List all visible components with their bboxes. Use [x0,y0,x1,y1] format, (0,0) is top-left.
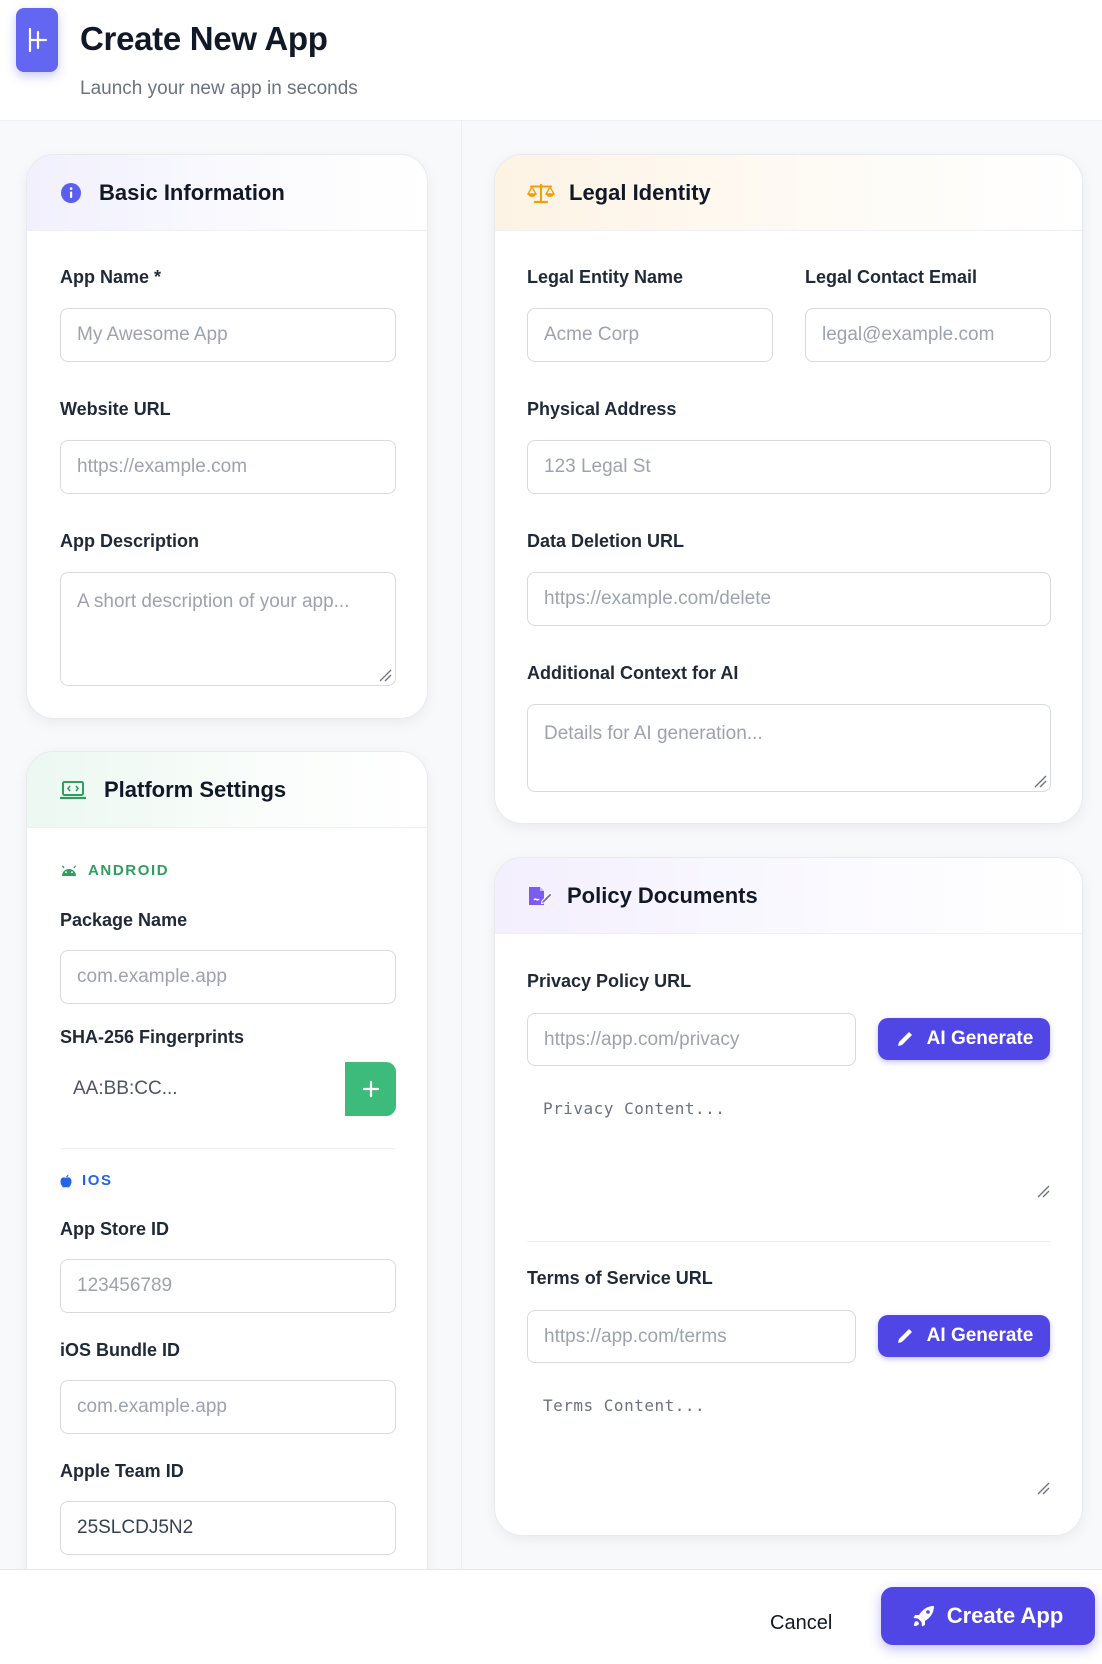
card-title: Legal Identity [569,179,711,205]
document-edit-icon [527,885,553,907]
apple-icon [60,1174,72,1187]
terms-of-service-url-input[interactable]: https://app.com/terms [527,1310,856,1363]
section-divider [527,1241,1051,1242]
scale-balance-icon [527,182,555,204]
app-name-label: App Name * [60,267,162,287]
website-url-label: Website URL [60,399,171,419]
ai-context-label: Additional Context for AI [527,663,739,683]
pencil-icon [897,1032,912,1046]
package-name-label: Package Name [60,910,188,930]
create-app-button[interactable]: Create App [881,1587,1095,1645]
terms-ai-generate-button[interactable]: AI Generate [878,1315,1050,1357]
legal-entity-name-input[interactable]: Acme Corp [527,308,773,362]
app-store-id-input[interactable]: 123456789 [60,1259,396,1313]
ai-generate-label: AI Generate [926,1028,1034,1049]
card-header: Legal Identity [495,155,1082,231]
card-title: Policy Documents [567,882,758,908]
resize-handle-icon[interactable] [1033,774,1047,788]
app-description-placeholder: A short description of your app... [77,591,350,612]
app-store-id-label: App Store ID [60,1219,170,1239]
android-section-tag: ANDROID [60,862,169,879]
basic-information-card: Basic Information App Name * My Awesome … [26,154,428,719]
pencil-icon [897,1329,912,1343]
ios-bundle-id-label: iOS Bundle ID [60,1340,181,1360]
platform-settings-card: Platform Settings ANDROID Package Name c… [26,751,428,1611]
create-app-label: Create App [946,1603,1064,1628]
terms-content-textarea[interactable]: Terms Content... [543,1396,705,1415]
privacy-ai-generate-button[interactable]: AI Generate [878,1018,1050,1060]
data-deletion-url-input[interactable]: https://example.com/delete [527,572,1051,626]
apple-team-id-input[interactable]: 25SLCDJ5N2 [60,1501,396,1555]
android-tag-label: ANDROID [88,862,170,879]
ios-tag-label: IOS [82,1172,113,1189]
page-subtitle: Launch your new app in seconds [80,78,358,99]
sha-fingerprint-input[interactable]: AA:BB:CC... [73,1078,178,1100]
legal-contact-email-input[interactable]: legal@example.com [805,308,1051,362]
package-name-input[interactable]: com.example.app [60,950,396,1004]
ai-context-textarea[interactable]: Details for AI generation... [527,704,1051,792]
privacy-policy-url-label: Privacy Policy URL [527,971,692,991]
plus-icon [362,1080,379,1098]
laptop-code-icon [60,780,86,800]
card-title: Platform Settings [104,776,287,802]
column-divider [461,121,462,1569]
app-description-label: App Description [60,531,200,551]
section-divider [60,1148,396,1149]
app-name-input[interactable]: My Awesome App [60,308,396,362]
privacy-content-textarea[interactable]: Privacy Content... [543,1099,725,1118]
apple-team-id-label: Apple Team ID [60,1461,184,1481]
physical-address-label: Physical Address [527,399,677,419]
legal-contact-email-label: Legal Contact Email [805,267,978,287]
add-app-icon [16,8,58,72]
legal-entity-name-label: Legal Entity Name [527,267,684,287]
data-deletion-url-label: Data Deletion URL [527,531,685,551]
legal-identity-card: Legal Identity Legal Entity Name Acme Co… [494,154,1083,824]
card-header: Basic Information [27,155,427,231]
android-icon [61,864,77,876]
resize-handle-icon[interactable] [378,668,392,682]
terms-of-service-url-label: Terms of Service URL [527,1268,713,1288]
dialog-footer: Cancel Create App [0,1569,1102,1664]
ios-bundle-id-input[interactable]: com.example.app [60,1380,396,1434]
card-header: Platform Settings [27,752,427,828]
ai-generate-label: AI Generate [926,1325,1034,1346]
add-fingerprint-button[interactable] [345,1062,396,1116]
ai-context-placeholder: Details for AI generation... [544,723,763,744]
cancel-button[interactable]: Cancel [770,1612,832,1635]
resize-handle-icon[interactable] [1036,1481,1050,1495]
privacy-policy-url-input[interactable]: https://app.com/privacy [527,1013,856,1066]
card-header: Policy Documents [495,858,1082,934]
ios-section-tag: IOS [60,1172,113,1189]
rocket-icon [913,1606,934,1627]
app-description-textarea[interactable]: A short description of your app... [60,572,396,686]
policy-documents-card: Policy Documents Privacy Policy URL http… [494,857,1083,1536]
card-title: Basic Information [99,179,285,205]
resize-handle-icon[interactable] [1036,1184,1050,1198]
website-url-input[interactable]: https://example.com [60,440,396,494]
page-header: Create New App Launch your new app in se… [0,0,1102,121]
physical-address-input[interactable]: 123 Legal St [527,440,1051,494]
page-title: Create New App [80,20,328,57]
sha-fingerprints-label: SHA-256 Fingerprints [60,1027,245,1047]
info-icon [61,182,81,203]
